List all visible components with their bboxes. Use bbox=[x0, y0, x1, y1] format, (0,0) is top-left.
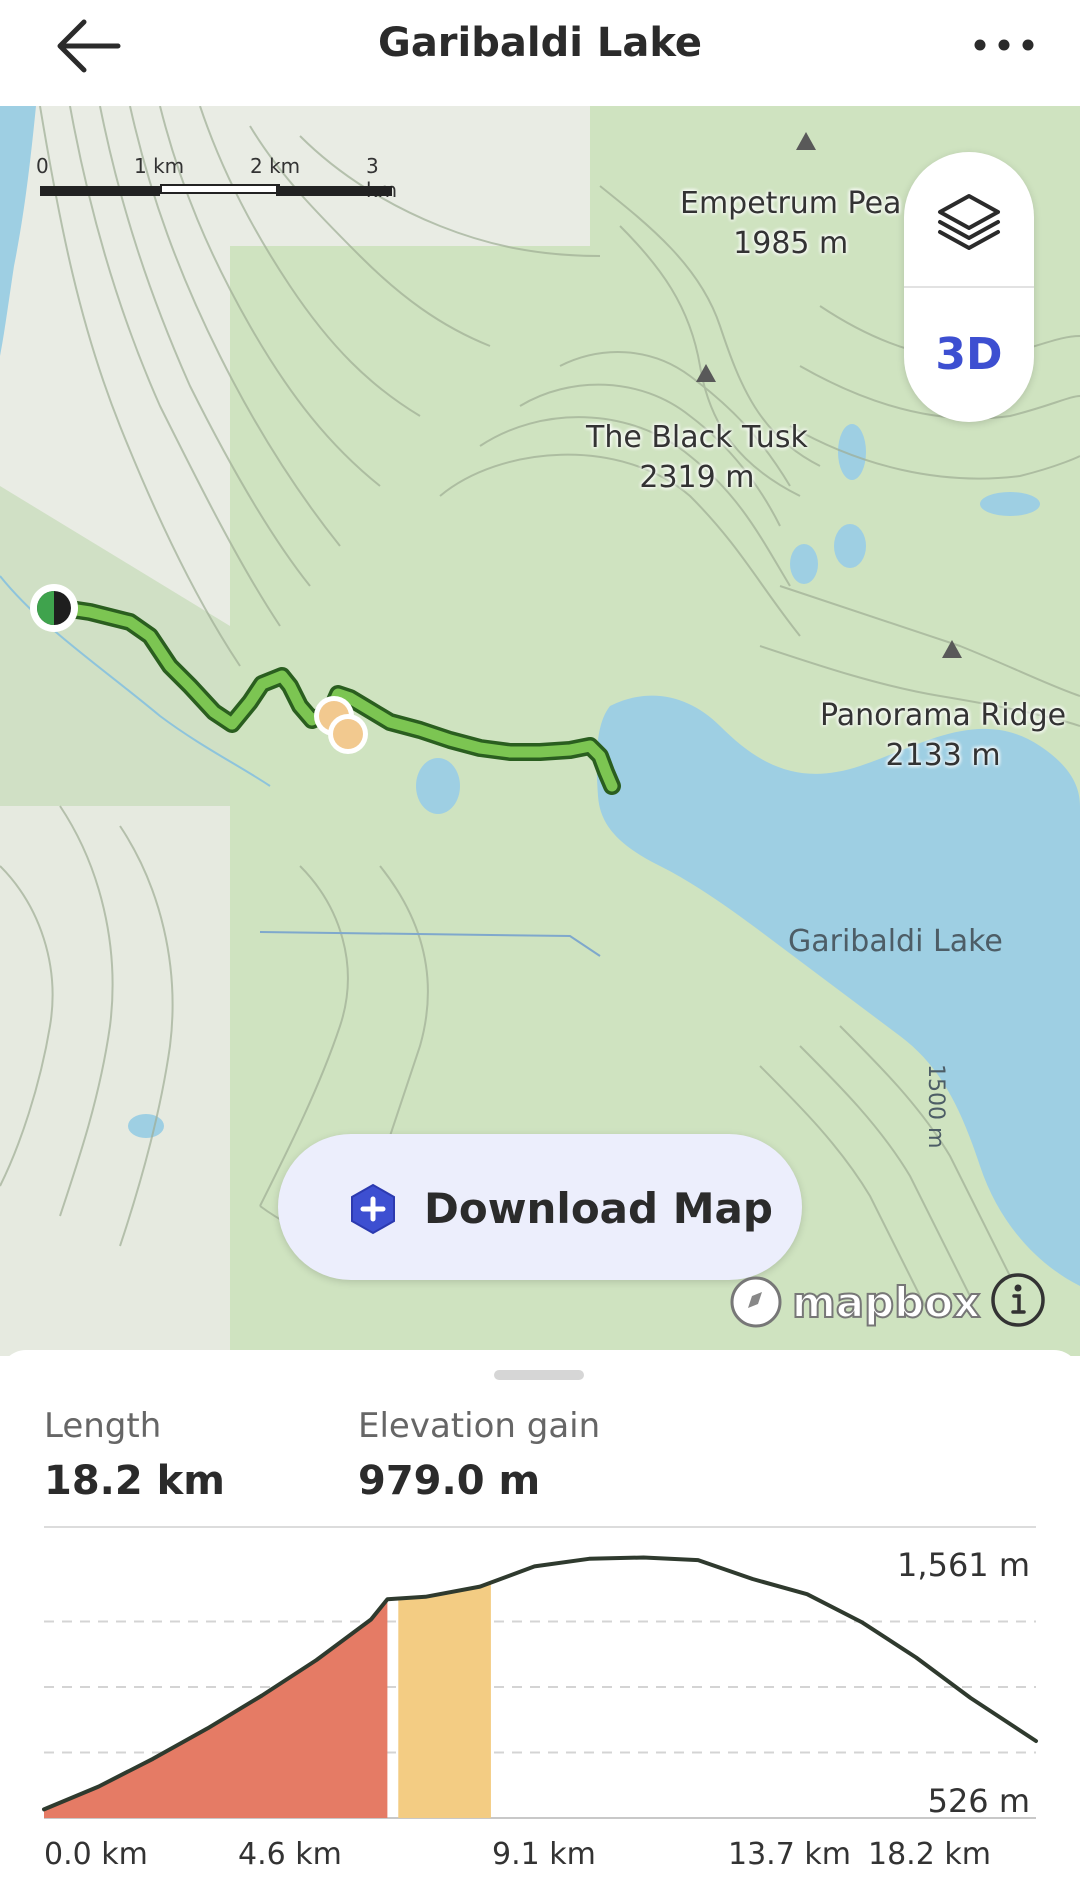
elevation-gain-value: 979.0 m bbox=[358, 1458, 541, 1504]
more-horizontal-icon bbox=[974, 39, 1034, 51]
length-label: Length bbox=[44, 1406, 162, 1446]
scale-label: 2 km bbox=[250, 154, 301, 178]
peak-label: The Black Tusk 2319 m bbox=[586, 418, 808, 498]
download-map-label: Download Map bbox=[424, 1184, 773, 1233]
trail-stats-sheet: Length 18.2 km Elevation gain 979.0 m 1,… bbox=[0, 1350, 1080, 1894]
info-icon bbox=[991, 1273, 1045, 1327]
toggle-3d-button[interactable]: 3D bbox=[904, 288, 1034, 422]
mapbox-logo-icon bbox=[730, 1276, 782, 1328]
layers-button[interactable] bbox=[904, 152, 1034, 286]
elevation-profile-chart[interactable]: 1,561 m 526 m 0.0 km 4.6 km 9.1 km 13.7 km 18.… bbox=[0, 1528, 1080, 1894]
map-controls: 3D bbox=[904, 152, 1034, 422]
mapbox-attribution[interactable]: mapbox bbox=[728, 1274, 981, 1332]
page-title: Garibaldi Lake bbox=[377, 20, 702, 66]
chart-segment-area bbox=[398, 1582, 491, 1818]
chart-segment-area bbox=[44, 1599, 388, 1818]
peak-elevation: 2133 m bbox=[885, 738, 1001, 773]
mapbox-wordmark: mapbox bbox=[791, 1277, 981, 1328]
length-value: 18.2 km bbox=[44, 1458, 225, 1504]
peak-elevation: 1985 m bbox=[733, 226, 849, 261]
scale-label: 1 km bbox=[134, 154, 185, 178]
download-map-button[interactable]: Download Map bbox=[278, 1134, 802, 1280]
trail-map[interactable]: 0 1 km 2 km 3 km Empetrum Pea 1985 m The… bbox=[0, 106, 1080, 1356]
peak-name: Panorama Ridge bbox=[820, 698, 1067, 733]
scale-label: 0 bbox=[36, 154, 49, 178]
chart-y-min-label: 526 m bbox=[928, 1782, 1030, 1820]
info-button[interactable] bbox=[990, 1272, 1046, 1328]
peak-label: Panorama Ridge 2133 m bbox=[820, 696, 1066, 776]
app-header: Garibaldi Lake bbox=[0, 0, 1080, 106]
lake-label: Garibaldi Lake bbox=[788, 924, 1003, 959]
sheet-drag-handle[interactable] bbox=[494, 1370, 584, 1380]
map-scale: 0 1 km 2 km 3 km bbox=[36, 154, 400, 214]
elevation-gain-label: Elevation gain bbox=[358, 1406, 601, 1446]
peak-name: The Black Tusk bbox=[586, 420, 808, 455]
scale-bar-segment bbox=[276, 186, 392, 196]
scale-bar-segment bbox=[160, 184, 280, 194]
contour-label: 1500 m bbox=[923, 1064, 948, 1149]
peak-elevation: 2319 m bbox=[639, 460, 755, 495]
chart-x-tick-label: 0.0 km bbox=[44, 1837, 148, 1872]
scale-bar-segment bbox=[40, 186, 160, 196]
chart-x-tick-label: 13.7 km bbox=[728, 1837, 851, 1872]
peak-label: Empetrum Pea 1985 m bbox=[680, 184, 901, 264]
layers-icon bbox=[938, 194, 1000, 250]
more-options-button[interactable] bbox=[964, 20, 1044, 70]
peak-name: Empetrum Pea bbox=[680, 186, 902, 221]
chart-y-max-label: 1,561 m bbox=[897, 1546, 1030, 1584]
download-plus-hex-icon bbox=[351, 1183, 395, 1235]
chart-x-tick-label: 9.1 km bbox=[492, 1837, 596, 1872]
chart-x-tick-label: 4.6 km bbox=[238, 1837, 342, 1872]
chart-x-tick-label: 18.2 km bbox=[868, 1837, 991, 1872]
